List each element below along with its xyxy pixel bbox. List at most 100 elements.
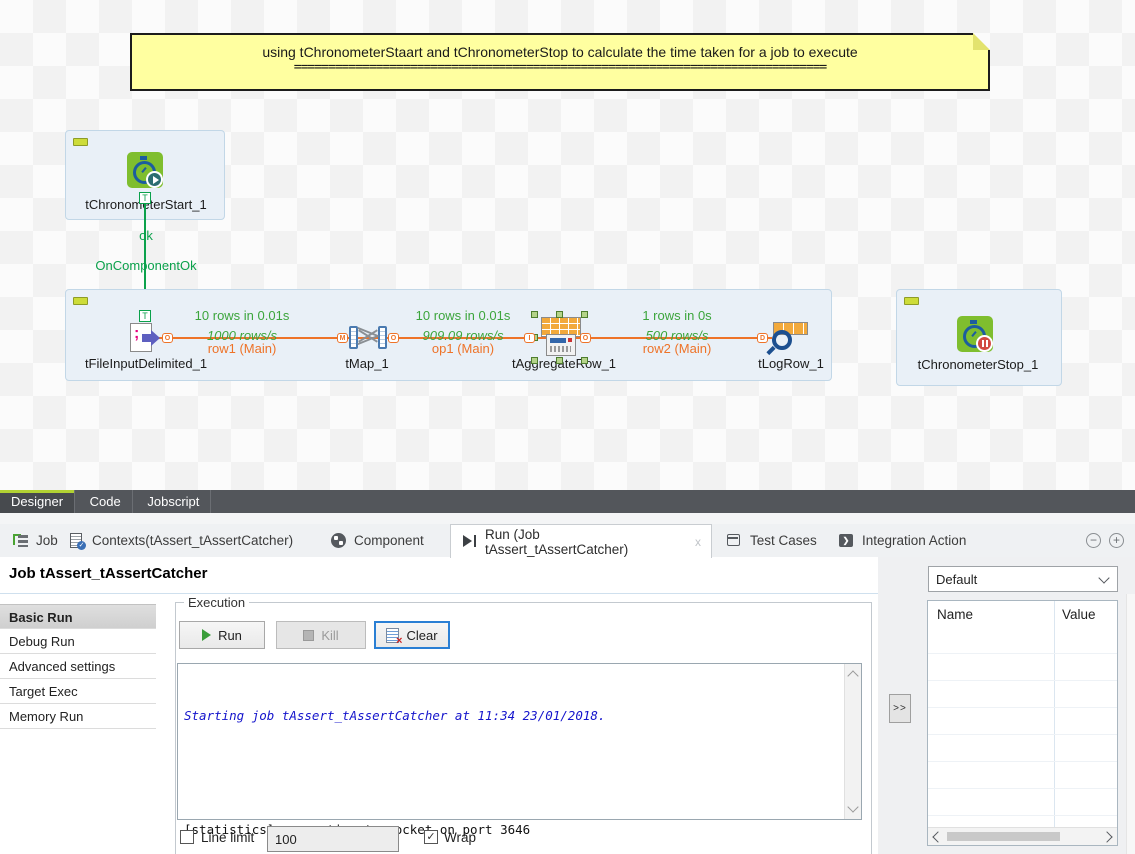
clear-button[interactable]: Clear <box>374 621 450 649</box>
wrap-checkbox[interactable]: ✓ <box>424 830 438 844</box>
logrow-icon[interactable] <box>770 322 808 353</box>
designer-canvas[interactable]: using tChronometerStaart and tChronomete… <box>0 0 1135 490</box>
column-header-value[interactable]: Value <box>1062 607 1096 622</box>
output-port[interactable]: O <box>162 333 173 343</box>
editor-tab-bar: Designer Code Jobscript <box>0 490 1135 513</box>
tab-contexts-label: Contexts(tAssert_tAssertCatcher) <box>92 533 293 548</box>
wrap-label: Wrap <box>444 830 476 845</box>
table-rows <box>928 627 1117 828</box>
scrollbar-thumb[interactable] <box>947 832 1060 841</box>
sidebar-item-basic-run[interactable]: Basic Run <box>0 604 156 629</box>
stop-icon <box>303 630 314 641</box>
tab-run-active[interactable]: Run (Job tAssert_tAssertCatcher) x <box>450 524 712 558</box>
chronometer-stop-icon[interactable] <box>957 316 993 352</box>
component-label-tmap[interactable]: tMap_1 <box>345 356 388 371</box>
selection-handle[interactable] <box>531 311 538 318</box>
selection-handle[interactable] <box>556 357 563 364</box>
line-limit-input[interactable] <box>267 826 399 852</box>
chronometer-start-icon[interactable] <box>127 152 163 188</box>
table-h-scrollbar[interactable] <box>928 827 1117 845</box>
aggregate-row-icon[interactable] <box>534 314 586 362</box>
tmap-icon[interactable] <box>349 324 387 351</box>
console-scrollbar[interactable] <box>844 664 861 819</box>
trigger-anchor-top[interactable]: T <box>139 192 151 204</box>
play-overlay-icon <box>146 171 163 188</box>
run-button-label: Run <box>218 628 242 643</box>
line-limit-label: Line limit <box>201 830 254 845</box>
input-port[interactable]: I <box>524 333 535 343</box>
execution-group-label: Execution <box>184 595 249 610</box>
tab-component[interactable]: Component <box>330 524 424 557</box>
file-input-delimited-icon[interactable]: ; <box>128 321 162 355</box>
connection-name-label[interactable]: row1 (Main) <box>208 341 277 356</box>
minimize-panel-icon[interactable]: − <box>1086 533 1101 548</box>
maximize-panel-icon[interactable]: + <box>1109 533 1124 548</box>
sidebar-item-debug-run[interactable]: Debug Run <box>0 629 156 654</box>
tab-run-label: Run (Job tAssert_tAssertCatcher) <box>485 527 682 557</box>
input-port[interactable]: D <box>757 333 768 343</box>
tab-job[interactable]: Job <box>12 524 58 557</box>
kill-button[interactable]: Kill <box>276 621 366 649</box>
connection-name-label[interactable]: op1 (Main) <box>432 341 494 356</box>
scroll-left-icon[interactable] <box>932 831 943 842</box>
chevron-down-icon <box>1098 572 1109 583</box>
test-cases-icon <box>726 532 743 549</box>
tab-test-cases[interactable]: Test Cases <box>726 524 817 557</box>
sidebar-item-advanced-settings[interactable]: Advanced settings <box>0 654 156 679</box>
selection-handle[interactable] <box>581 311 588 318</box>
run-icon <box>461 533 478 550</box>
trigger-label-ok[interactable]: ok <box>139 228 153 243</box>
line-limit-checkbox[interactable] <box>180 830 194 844</box>
selection-handle[interactable] <box>556 311 563 318</box>
map-right-table-glyph <box>378 326 387 349</box>
connection-rate-label: 1 rows in 0s <box>642 308 711 323</box>
expand-variables-button[interactable]: >> <box>889 694 911 723</box>
tab-integration-label: Integration Action <box>862 533 966 548</box>
tab-code[interactable]: Code <box>79 490 133 513</box>
connection-name-label[interactable]: row2 (Main) <box>643 341 712 356</box>
calculator-dot-glyph <box>568 338 572 342</box>
scroll-down-icon[interactable] <box>847 801 858 812</box>
component-label-fileinput[interactable]: tFileInputDelimited_1 <box>85 356 207 371</box>
run-button[interactable]: Run <box>179 621 265 649</box>
execution-console[interactable]: Starting job tAssert_tAssertCatcher at 1… <box>177 663 862 820</box>
selection-handle[interactable] <box>531 357 538 364</box>
tab-integration-action[interactable]: ❯ Integration Action <box>838 524 966 557</box>
selection-handle[interactable] <box>581 357 588 364</box>
calculator-screen-glyph <box>550 338 566 343</box>
trigger-anchor-bottom[interactable]: T <box>139 310 151 322</box>
tab-job-label: Job <box>36 533 58 548</box>
column-header-name[interactable]: Name <box>937 607 973 622</box>
kill-button-label: Kill <box>321 628 338 643</box>
clear-button-label: Clear <box>406 628 437 643</box>
pause-overlay-icon <box>976 335 993 352</box>
output-port[interactable]: O <box>388 333 399 343</box>
subjob-collapse-icon[interactable] <box>73 297 88 305</box>
tab-component-label: Component <box>354 533 424 548</box>
magnifier-glyph <box>772 330 792 350</box>
context-select[interactable]: Default <box>928 566 1118 592</box>
output-port[interactable]: O <box>580 333 591 343</box>
sidebar-item-memory-run[interactable]: Memory Run <box>0 704 156 729</box>
sidebar-item-target-exec[interactable]: Target Exec <box>0 679 156 704</box>
sticky-note[interactable]: using tChronometerStaart and tChronomete… <box>130 33 990 91</box>
scroll-right-icon[interactable] <box>1101 831 1112 842</box>
talend-studio-window: using tChronometerStaart and tChronomete… <box>0 0 1135 854</box>
component-label-stop[interactable]: tChronometerStop_1 <box>918 357 1039 372</box>
input-port[interactable]: M <box>337 333 348 343</box>
contexts-icon: ✓ <box>68 532 85 549</box>
tab-jobscript[interactable]: Jobscript <box>136 490 211 513</box>
subjob-collapse-icon[interactable] <box>904 297 919 305</box>
close-icon[interactable]: x <box>695 535 701 549</box>
panel-v-scrollbar[interactable] <box>1126 594 1135 854</box>
component-label-logrow[interactable]: tLogRow_1 <box>758 356 824 371</box>
scroll-up-icon[interactable] <box>847 670 858 681</box>
tab-contexts[interactable]: ✓ Contexts(tAssert_tAssertCatcher) <box>68 524 293 557</box>
note-text: using tChronometerStaart and tChronomete… <box>132 44 988 60</box>
tab-designer[interactable]: Designer <box>0 490 75 513</box>
trigger-label-type[interactable]: OnComponentOk <box>95 258 196 273</box>
run-view-header: Job tAssert_tAssertCatcher <box>0 557 878 594</box>
subjob-collapse-icon[interactable] <box>73 138 88 146</box>
semicolon-glyph: ; <box>134 326 139 342</box>
integration-action-icon: ❯ <box>838 532 855 549</box>
